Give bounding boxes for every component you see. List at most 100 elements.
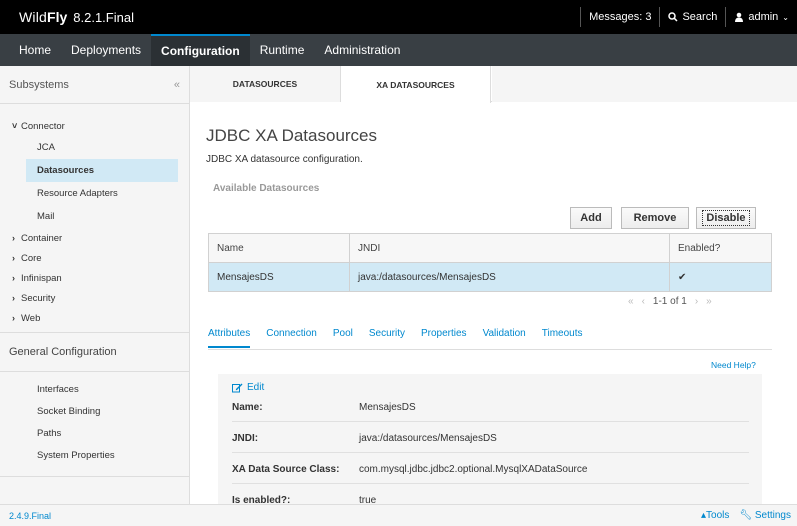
tab-properties[interactable]: Properties [421,328,467,348]
tab-connection[interactable]: Connection [266,328,317,348]
disable-button[interactable]: Disable [696,207,756,229]
tab-datasources[interactable]: DATASOURCES [190,66,341,102]
tab-security[interactable]: Security [369,328,405,348]
column-header-name[interactable]: Name [208,233,350,263]
general-configuration-list: Interfaces Socket Binding Paths System P… [0,378,189,466]
chevron-right-icon: › [12,313,15,323]
cell-jndi: java:/datasources/MensajesDS [349,262,670,292]
attributes-panel: Edit Name: MensajesDS JNDI: java:/dataso… [218,374,762,504]
pager-info: 1-1 of 1 [652,295,687,307]
chevron-right-icon: › [12,253,15,263]
tree-item-security[interactable]: › Security [0,288,189,308]
tree-label: Infinispan [21,272,62,284]
tree-label: Security [21,292,56,304]
tree-label: Web [21,312,41,324]
nav-administration[interactable]: Administration [314,34,410,66]
user-menu[interactable]: admin ⌄ [726,11,797,23]
tree-item-core[interactable]: › Core [0,248,189,268]
tab-attributes[interactable]: Attributes [208,328,251,348]
tab-timeouts[interactable]: Timeouts [542,328,583,348]
main-nav: Home Deployments Configuration Runtime A… [0,34,797,66]
tree-label: Resource Adapters [37,188,118,199]
edit-link[interactable]: Edit [232,382,264,393]
detail-row-enabled: Is enabled?: true [232,487,749,504]
sidebar-item-paths[interactable]: Paths [0,422,189,444]
sidebar-item-system-properties[interactable]: System Properties [0,444,189,466]
detail-value: com.mysql.jdbc.jdbc2.optional.MysqlXADat… [359,464,588,475]
brand-fly: Fly [47,9,68,25]
tree-item-mail[interactable]: Mail [0,205,189,228]
tree-label: JCA [37,142,55,153]
page-title: JDBC XA Datasources [206,126,378,145]
detail-row-jndi: JNDI: java:/datasources/MensajesDS [232,425,749,453]
settings-link[interactable]: 🔧︎ Settings [739,510,791,521]
cell-enabled-check-icon: ✔ [669,262,772,292]
tree-label: Connector [21,120,65,132]
chevron-right-icon: › [12,233,15,243]
page-description: JDBC XA datasource configuration. [206,154,363,165]
detail-key: Name: [232,402,263,413]
footer: 2.4.9.Final ▴Tools 🔧︎ Settings [0,504,797,526]
column-header-enabled[interactable]: Enabled? [669,233,772,263]
need-help-link[interactable]: Need Help? [711,360,756,370]
tree-item-web[interactable]: › Web [0,308,189,328]
tree-item-resource-adapters[interactable]: Resource Adapters [0,182,189,205]
column-header-jndi[interactable]: JNDI [349,233,670,263]
sidebar-item-socket-binding[interactable]: Socket Binding [0,400,189,422]
last-page-icon[interactable]: » [706,296,712,307]
subsystem-tree: ˅ Connector JCA Datasources Resource Adap… [0,104,189,328]
detail-value: java:/datasources/MensajesDS [359,433,497,444]
detail-value: MensajesDS [359,402,416,413]
sidebar-header: Subsystems « [0,66,189,104]
messages-link[interactable]: Messages: 3 [581,11,659,23]
collapse-icon[interactable]: « [174,79,180,91]
detail-value: true [359,495,377,504]
table-pager: « ‹ 1-1 of 1 › » [628,294,712,308]
disable-button-label: Disable [702,210,750,226]
tab-xa-datasources[interactable]: XA DATASOURCES [341,66,491,103]
tools-link[interactable]: ▴Tools [701,510,729,521]
user-icon [735,12,744,22]
tree-item-infinispan[interactable]: › Infinispan [0,268,189,288]
sidebar: Subsystems « ˅ Connector JCA Datasources … [0,66,190,504]
tree-label: Container [21,232,63,244]
sidebar-item-interfaces[interactable]: Interfaces [0,378,189,400]
nav-home[interactable]: Home [0,34,61,66]
first-page-icon[interactable]: « [628,296,634,307]
detail-row-xa-class: XA Data Source Class: com.mysql.jdbc.jdb… [232,456,749,484]
wrench-icon: 🔧︎ [739,510,753,521]
detail-key: JNDI: [232,433,259,444]
datasource-tabs: DATASOURCES XA DATASOURCES [190,66,797,103]
general-configuration-header[interactable]: General Configuration [0,332,189,372]
nav-deployments[interactable]: Deployments [61,34,151,66]
console-version: 2.4.9.Final [9,510,52,521]
table-row[interactable]: MensajesDS java:/datasources/MensajesDS … [208,262,772,292]
chevron-down-icon: ˅ [12,121,18,131]
tree-item-connector[interactable]: ˅ Connector [0,116,189,136]
prev-page-icon[interactable]: ‹ [642,296,645,307]
brand-wild: Wild [19,9,48,25]
edit-label: Edit [247,382,265,393]
search-link[interactable]: Search [660,11,725,23]
edit-icon [232,383,243,392]
tab-pool[interactable]: Pool [333,328,353,348]
add-button[interactable]: Add [570,207,612,229]
table-header-row: Name JNDI Enabled? [208,233,772,263]
chevron-right-icon: › [12,293,15,303]
tab-bar-fill [492,66,797,102]
nav-runtime[interactable]: Runtime [250,34,315,66]
search-label: Search [682,11,718,23]
next-page-icon[interactable]: › [695,296,698,307]
tree-item-container[interactable]: › Container [0,228,189,248]
brand-logo[interactable]: Wild Fly 8.2.1.Final [0,9,134,25]
nav-configuration[interactable]: Configuration [151,34,250,66]
search-icon [668,12,678,22]
tree-label: Datasources [37,165,95,176]
main-content: DATASOURCES XA DATASOURCES JDBC XA Datas… [190,66,797,504]
tree-item-datasources[interactable]: Datasources [26,159,178,182]
available-datasources-label: Available Datasources [213,183,320,194]
divider [0,476,189,477]
tree-item-jca[interactable]: JCA [0,136,189,159]
tab-validation[interactable]: Validation [483,328,526,348]
remove-button[interactable]: Remove [621,207,689,229]
